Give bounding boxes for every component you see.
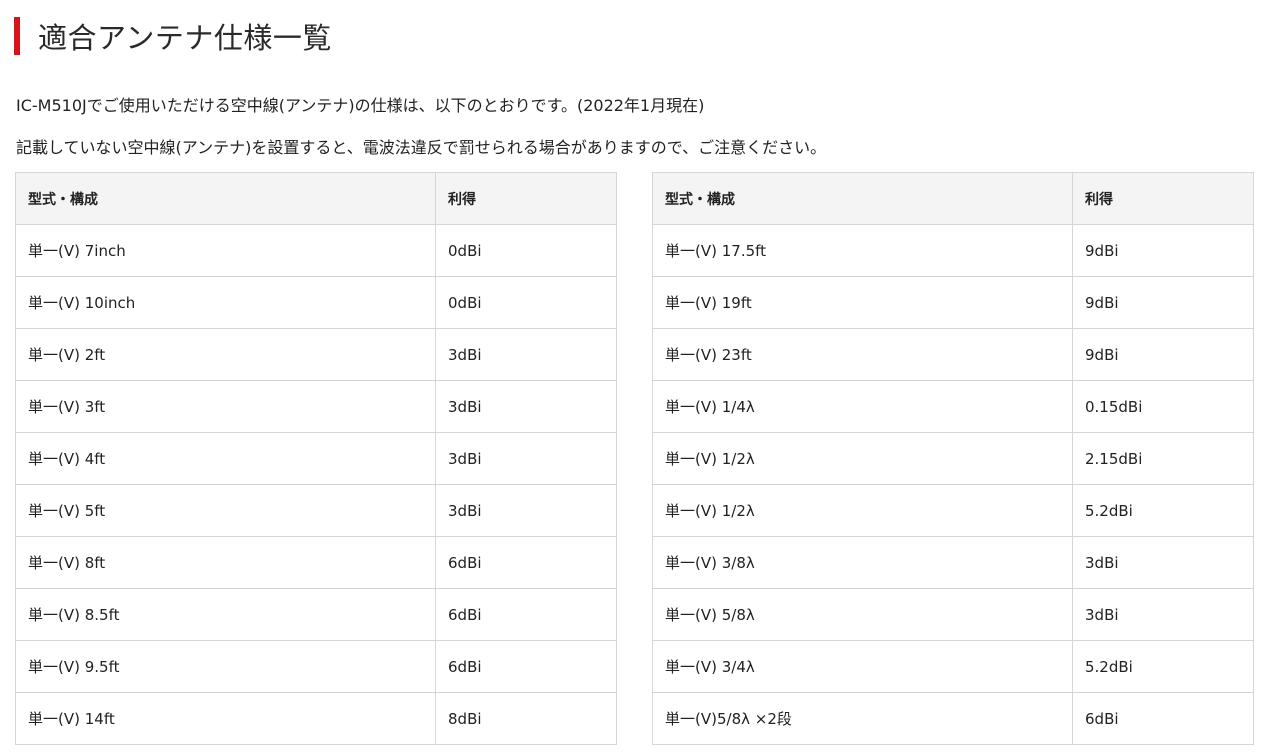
gain-cell: 6dBi: [435, 588, 617, 641]
gain-cell: 6dBi: [435, 640, 617, 693]
column-header-gain: 利得: [1072, 172, 1254, 225]
gain-cell: 2.15dBi: [1072, 432, 1254, 485]
table-row: 単一(V) 9.5ft 6dBi: [15, 640, 617, 693]
model-cell: 単一(V) 8ft: [15, 536, 436, 589]
gain-cell: 3dBi: [435, 380, 617, 433]
gain-cell: 0dBi: [435, 224, 617, 277]
gain-cell: 5.2dBi: [1072, 484, 1254, 537]
page-title: 適合アンテナ仕様一覧: [38, 21, 332, 55]
table-row: 単一(V) 3/4λ 5.2dBi: [652, 640, 1254, 693]
gain-cell: 6dBi: [435, 536, 617, 589]
column-header-model: 型式・構成: [15, 172, 436, 225]
model-cell: 単一(V) 1/4λ: [652, 380, 1073, 433]
gain-cell: 9dBi: [1072, 328, 1254, 381]
model-cell: 単一(V) 9.5ft: [15, 640, 436, 693]
model-cell: 単一(V) 23ft: [652, 328, 1073, 381]
model-cell: 単一(V) 3ft: [15, 380, 436, 433]
table-row: 単一(V) 10inch 0dBi: [15, 276, 617, 329]
antenna-spec-table-left: 型式・構成 利得 単一(V) 7inch 0dBi 単一(V) 10inch 0dB…: [15, 172, 617, 745]
model-cell: 単一(V) 2ft: [15, 328, 436, 381]
table-row: 単一(V) 19ft 9dBi: [652, 276, 1254, 329]
table-row: 単一(V) 5ft 3dBi: [15, 484, 617, 537]
antenna-spec-table-right: 型式・構成 利得 単一(V) 17.5ft 9dBi 単一(V) 19ft 9dBi…: [652, 172, 1254, 745]
column-header-gain: 利得: [435, 172, 617, 225]
intro-text-line-1: IC-M510Jでご使用いただける空中線(アンテナ)の仕様は、以下のとおりです。…: [16, 96, 705, 115]
model-cell: 単一(V) 5/8λ: [652, 588, 1073, 641]
gain-cell: 9dBi: [1072, 224, 1254, 277]
table-row: 単一(V) 2ft 3dBi: [15, 328, 617, 381]
model-cell: 単一(V) 8.5ft: [15, 588, 436, 641]
gain-cell: 3dBi: [435, 432, 617, 485]
table-row: 単一(V) 5/8λ 3dBi: [652, 588, 1254, 641]
table-row: 単一(V) 7inch 0dBi: [15, 224, 617, 277]
table-row: 単一(V) 1/2λ 5.2dBi: [652, 484, 1254, 537]
model-cell: 単一(V) 7inch: [15, 224, 436, 277]
intro-text-line-2: 記載していない空中線(アンテナ)を設置すると、電波法違反で罰せられる場合がありま…: [16, 138, 827, 157]
table-row: 単一(V) 8ft 6dBi: [15, 536, 617, 589]
gain-cell: 0.15dBi: [1072, 380, 1254, 433]
table-row: 単一(V) 17.5ft 9dBi: [652, 224, 1254, 277]
model-cell: 単一(V) 3/4λ: [652, 640, 1073, 693]
table-row: 単一(V) 4ft 3dBi: [15, 432, 617, 485]
table-row: 単一(V) 14ft 8dBi: [15, 692, 617, 745]
table-row: 単一(V) 1/4λ 0.15dBi: [652, 380, 1254, 433]
column-header-model: 型式・構成: [652, 172, 1073, 225]
table-row: 単一(V) 3ft 3dBi: [15, 380, 617, 433]
model-cell: 単一(V) 4ft: [15, 432, 436, 485]
model-cell: 単一(V) 3/8λ: [652, 536, 1073, 589]
model-cell: 単一(V) 19ft: [652, 276, 1073, 329]
model-cell: 単一(V) 1/2λ: [652, 484, 1073, 537]
table-header-row: 型式・構成 利得: [15, 172, 617, 225]
gain-cell: 6dBi: [1072, 692, 1254, 745]
heading-accent-bar: [14, 17, 20, 55]
model-cell: 単一(V) 17.5ft: [652, 224, 1073, 277]
gain-cell: 3dBi: [435, 484, 617, 537]
table-row: 単一(V) 8.5ft 6dBi: [15, 588, 617, 641]
model-cell: 単一(V)5/8λ ×2段: [652, 692, 1073, 745]
table-row: 単一(V) 3/8λ 3dBi: [652, 536, 1254, 589]
model-cell: 単一(V) 14ft: [15, 692, 436, 745]
table-row: 単一(V)5/8λ ×2段 6dBi: [652, 692, 1254, 745]
model-cell: 単一(V) 10inch: [15, 276, 436, 329]
section-heading: 適合アンテナ仕様一覧: [14, 16, 332, 56]
gain-cell: 0dBi: [435, 276, 617, 329]
table-row: 単一(V) 1/2λ 2.15dBi: [652, 432, 1254, 485]
gain-cell: 5.2dBi: [1072, 640, 1254, 693]
gain-cell: 9dBi: [1072, 276, 1254, 329]
gain-cell: 3dBi: [1072, 588, 1254, 641]
model-cell: 単一(V) 5ft: [15, 484, 436, 537]
table-header-row: 型式・構成 利得: [652, 172, 1254, 225]
model-cell: 単一(V) 1/2λ: [652, 432, 1073, 485]
table-row: 単一(V) 23ft 9dBi: [652, 328, 1254, 381]
gain-cell: 3dBi: [1072, 536, 1254, 589]
gain-cell: 8dBi: [435, 692, 617, 745]
gain-cell: 3dBi: [435, 328, 617, 381]
